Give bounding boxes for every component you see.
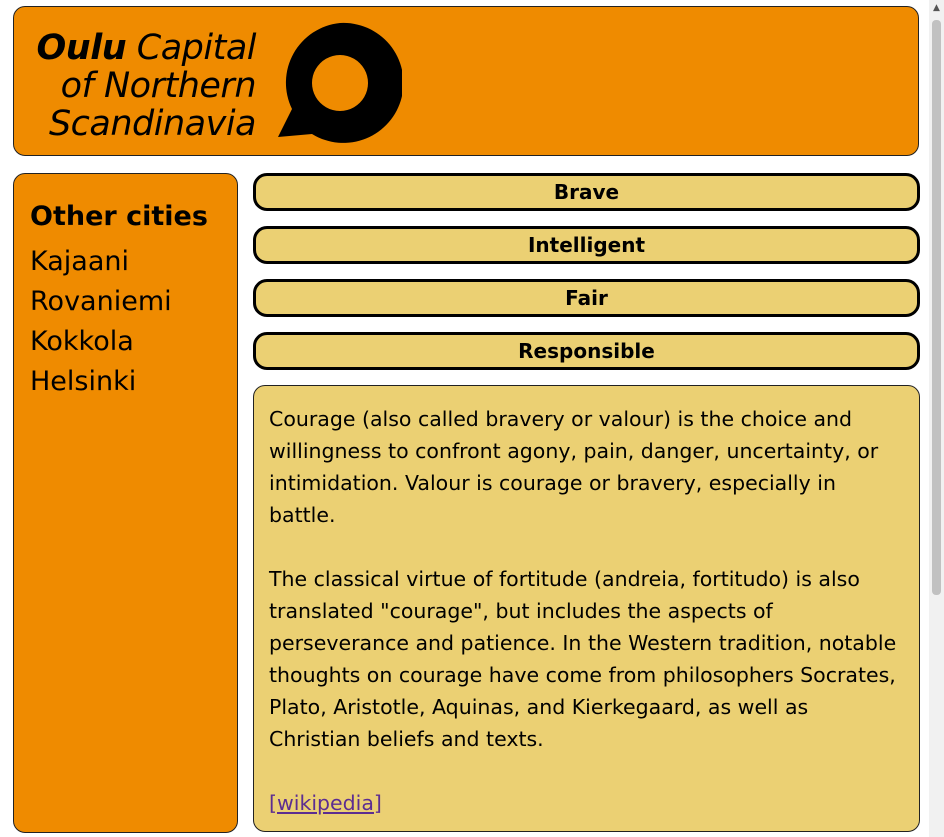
logo-line3: Scandinavia [48,104,257,144]
sidebar-title: Other cities [30,201,208,232]
logo-city-name: Oulu [36,28,127,68]
content-panel: Courage (also called bravery or valour) … [253,385,920,832]
sidebar-item-rovaniemi[interactable]: Rovaniemi [30,282,221,322]
vertical-scrollbar[interactable]: ▲ [929,0,944,837]
scrollbar-thumb[interactable] [932,20,941,595]
content-paragraph-1: Courage (also called bravery or valour) … [269,407,879,527]
sidebar-item-kokkola[interactable]: Kokkola [30,322,221,362]
sidebar: Other cities Kajaani Rovaniemi Kokkola H… [13,173,238,833]
tab-responsible[interactable]: Responsible [253,332,920,370]
tab-brave[interactable]: Brave [253,173,920,211]
logo-text: Oulu Capital of Northern Scandinavia [24,28,257,144]
logo-line2: of Northern [60,66,257,106]
site-header: Oulu Capital of Northern Scandinavia [13,6,919,156]
logo-line1: Capital [136,28,257,68]
wikipedia-link[interactable]: [wikipedia] [269,791,382,815]
tab-fair[interactable]: Fair [253,279,920,317]
speech-bubble-icon [278,22,402,143]
scroll-up-icon[interactable]: ▲ [929,0,944,17]
content-paragraph-2: The classical virtue of fortitude (andre… [269,567,897,751]
tab-intelligent[interactable]: Intelligent [253,226,920,264]
sidebar-item-kajaani[interactable]: Kajaani [30,242,221,282]
sidebar-item-helsinki[interactable]: Helsinki [30,362,221,402]
